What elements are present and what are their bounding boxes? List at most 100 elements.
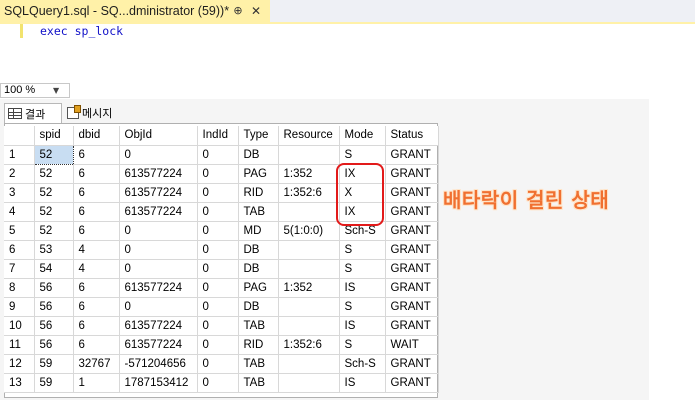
grid-cell[interactable]: 0 — [197, 221, 239, 241]
grid-cell[interactable]: PAG — [238, 278, 279, 298]
grid-cell[interactable]: GRANT — [385, 259, 439, 279]
grid-cell[interactable]: GRANT — [385, 164, 439, 184]
grid-cell[interactable]: 0 — [197, 316, 239, 336]
tab-messages[interactable]: 메시지 — [64, 103, 124, 123]
row-number[interactable]: 6 — [4, 240, 35, 260]
grid-cell[interactable]: WAIT — [385, 335, 439, 355]
grid-cell[interactable]: MD — [238, 221, 279, 241]
grid-cell[interactable]: 6 — [73, 297, 120, 317]
grid-cell[interactable]: 0 — [119, 297, 198, 317]
grid-cell[interactable]: DB — [238, 145, 279, 165]
grid-cell[interactable]: 53 — [34, 240, 74, 260]
grid-cell[interactable] — [278, 202, 340, 222]
row-number[interactable]: 10 — [4, 316, 35, 336]
grid-cell[interactable] — [278, 373, 340, 393]
grid-cell[interactable]: 52 — [34, 221, 74, 241]
grid-cell[interactable]: GRANT — [385, 354, 439, 374]
grid-cell[interactable]: TAB — [238, 202, 279, 222]
grid-cell[interactable]: DB — [238, 259, 279, 279]
table-row[interactable]: 13 59 1 1787153412 0 TAB IS GRANT — [4, 373, 439, 393]
grid-cell[interactable]: 6 — [73, 164, 120, 184]
row-number[interactable]: 4 — [4, 202, 35, 222]
grid-cell[interactable]: 1:352 — [278, 164, 340, 184]
column-header[interactable]: Type — [238, 126, 279, 146]
grid-cell[interactable]: PAG — [238, 164, 279, 184]
table-row[interactable]: 1 52 6 0 0 DB S GRANT — [4, 144, 439, 165]
grid-cell[interactable]: 56 — [34, 335, 74, 355]
grid-cell[interactable]: 0 — [197, 183, 239, 203]
grid-cell[interactable]: 6 — [73, 316, 120, 336]
column-header[interactable]: ObjId — [119, 126, 198, 146]
table-row[interactable]: 9 56 6 0 0 DB S GRANT — [4, 297, 439, 317]
column-header[interactable]: Status — [385, 126, 439, 146]
grid-cell[interactable]: 6 — [73, 278, 120, 298]
close-icon[interactable]: ✕ — [249, 4, 263, 18]
grid-cell[interactable]: 1787153412 — [119, 373, 198, 393]
chevron-down-icon[interactable]: ▼ — [53, 84, 59, 97]
grid-cell[interactable] — [278, 316, 340, 336]
row-number[interactable]: 7 — [4, 259, 35, 279]
grid-cell[interactable] — [278, 297, 340, 317]
grid-cell[interactable]: 613577224 — [119, 335, 198, 355]
tab-results[interactable]: 결과 — [4, 103, 62, 123]
query-editor[interactable]: exec sp_lock — [0, 24, 649, 82]
grid-cell[interactable]: 59 — [34, 354, 74, 374]
table-row[interactable]: 6 53 4 0 0 DB S GRANT — [4, 240, 439, 260]
grid-cell[interactable]: 613577224 — [119, 164, 198, 184]
grid-cell[interactable]: 0 — [197, 354, 239, 374]
grid-cell[interactable]: 6 — [73, 183, 120, 203]
grid-cell[interactable]: S — [339, 145, 386, 165]
grid-cell[interactable]: GRANT — [385, 145, 439, 165]
grid-cell[interactable]: S — [339, 259, 386, 279]
grid-cell[interactable]: 32767 — [73, 354, 120, 374]
grid-cell[interactable] — [278, 240, 340, 260]
grid-cell[interactable]: 0 — [197, 259, 239, 279]
grid-cell[interactable]: 52 — [34, 183, 74, 203]
column-header[interactable]: dbid — [73, 126, 120, 146]
grid-cell[interactable]: 613577224 — [119, 183, 198, 203]
grid-cell[interactable]: 0 — [197, 278, 239, 298]
grid-cell[interactable]: GRANT — [385, 183, 439, 203]
grid-cell[interactable]: TAB — [238, 373, 279, 393]
grid-cell[interactable]: -571204656 — [119, 354, 198, 374]
code-line[interactable]: exec sp_lock — [40, 24, 123, 38]
grid-cell[interactable]: IS — [339, 373, 386, 393]
table-row[interactable]: 12 59 32767 -571204656 0 TAB Sch-S GRANT — [4, 354, 439, 374]
grid-cell[interactable]: 1:352:6 — [278, 335, 340, 355]
grid-cell[interactable]: 54 — [34, 259, 74, 279]
grid-cell[interactable]: 0 — [119, 145, 198, 165]
grid-cell[interactable] — [278, 354, 340, 374]
grid-cell[interactable]: RID — [238, 183, 279, 203]
row-number[interactable]: 3 — [4, 183, 35, 203]
table-row[interactable]: 7 54 4 0 0 DB S GRANT — [4, 259, 439, 279]
grid-cell[interactable]: 6 — [73, 145, 120, 165]
grid-cell[interactable] — [278, 259, 340, 279]
row-number[interactable]: 11 — [4, 335, 35, 355]
row-number[interactable]: 1 — [4, 145, 35, 165]
grid-cell[interactable]: GRANT — [385, 221, 439, 241]
column-header[interactable]: Mode — [339, 126, 386, 146]
grid-cell[interactable]: GRANT — [385, 240, 439, 260]
grid-cell[interactable]: 0 — [197, 297, 239, 317]
grid-cell[interactable]: DB — [238, 297, 279, 317]
grid-cell[interactable]: 52 — [34, 202, 74, 222]
grid-cell[interactable]: 0 — [197, 202, 239, 222]
grid-cell[interactable]: 4 — [73, 240, 120, 260]
grid-cell[interactable]: 0 — [119, 240, 198, 260]
table-row[interactable]: 11 56 6 613577224 0 RID 1:352:6 S WAIT — [4, 335, 439, 355]
grid-cell[interactable]: 6 — [73, 221, 120, 241]
grid-cell[interactable]: GRANT — [385, 297, 439, 317]
grid-cell[interactable]: DB — [238, 240, 279, 260]
table-row[interactable]: 10 56 6 613577224 0 TAB IS GRANT — [4, 316, 439, 336]
row-number[interactable]: 5 — [4, 221, 35, 241]
grid-cell[interactable]: S — [339, 297, 386, 317]
column-header[interactable]: Resource — [278, 126, 340, 146]
grid-cell[interactable]: GRANT — [385, 278, 439, 298]
grid-cell[interactable]: 0 — [197, 240, 239, 260]
grid-cell[interactable]: RID — [238, 335, 279, 355]
grid-cell[interactable]: Sch-S — [339, 354, 386, 374]
grid-cell[interactable]: TAB — [238, 316, 279, 336]
grid-cell[interactable]: 613577224 — [119, 278, 198, 298]
grid-cell[interactable]: 5(1:0:0) — [278, 221, 340, 241]
grid-cell[interactable]: 613577224 — [119, 316, 198, 336]
